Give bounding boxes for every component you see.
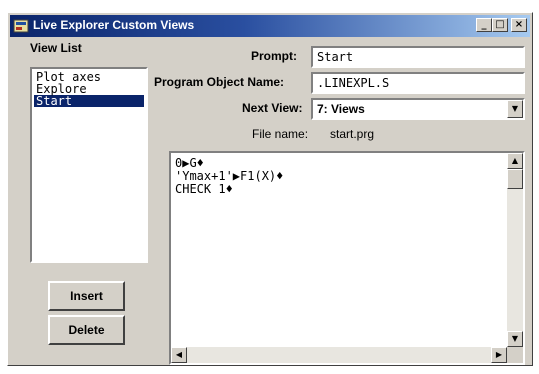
scroll-up-icon[interactable]: ▲ (507, 153, 523, 169)
prompt-label: Prompt: (251, 49, 297, 63)
custom-views-window: Live Explorer Custom Views _ □ × View Li… (7, 12, 533, 366)
list-item[interactable]: Start (34, 95, 144, 107)
app-icon (13, 19, 29, 33)
horizontal-scrollbar[interactable]: ◀ ▶ (171, 347, 507, 363)
scroll-down-icon[interactable]: ▼ (507, 331, 523, 347)
delete-button[interactable]: Delete (48, 315, 125, 345)
next-view-label: Next View: (242, 101, 303, 115)
file-name-value: start.prg (330, 127, 375, 141)
vertical-scrollbar[interactable]: ▲ ▼ (507, 153, 523, 347)
view-list-items: Plot axes Explore Start (34, 71, 144, 107)
file-name-label: File name: (252, 127, 309, 141)
scrollbar-corner (507, 347, 523, 363)
view-list-label: View List (30, 41, 82, 55)
close-icon: × (514, 19, 524, 30)
script-editor[interactable]: 0▶G♦ 'Ymax+1'▶F1(X)♦ CHECK 1♦ ▲ ▼ ◀ ▶ (169, 151, 525, 365)
next-view-value: 7: Views (317, 102, 365, 116)
window-title: Live Explorer Custom Views (33, 18, 195, 32)
next-view-select[interactable]: 7: Views ▼ (311, 98, 525, 120)
prompt-value: Start (317, 50, 354, 64)
minimize-icon: _ (481, 19, 487, 30)
prompt-field[interactable]: Start (311, 46, 525, 68)
program-object-name-value: .LINEXPL.S (317, 76, 390, 90)
maximize-button[interactable]: □ (492, 18, 508, 32)
program-object-name-field[interactable]: .LINEXPL.S (311, 72, 525, 94)
insert-button[interactable]: Insert (48, 281, 125, 311)
scroll-thumb[interactable] (507, 169, 523, 189)
scroll-right-icon[interactable]: ▶ (491, 347, 507, 363)
chevron-down-icon[interactable]: ▼ (507, 100, 523, 118)
close-button[interactable]: × (511, 18, 527, 32)
editor-text[interactable]: 0▶G♦ 'Ymax+1'▶F1(X)♦ CHECK 1♦ (175, 157, 283, 196)
view-list[interactable]: Plot axes Explore Start (30, 67, 148, 263)
editor-line[interactable]: CHECK 1♦ (175, 183, 283, 196)
minimize-button[interactable]: _ (476, 18, 492, 32)
maximize-icon: □ (495, 19, 505, 30)
program-object-name-label: Program Object Name: (154, 75, 285, 89)
title-bar[interactable]: Live Explorer Custom Views _ □ × (10, 15, 530, 37)
scroll-left-icon[interactable]: ◀ (171, 347, 187, 363)
